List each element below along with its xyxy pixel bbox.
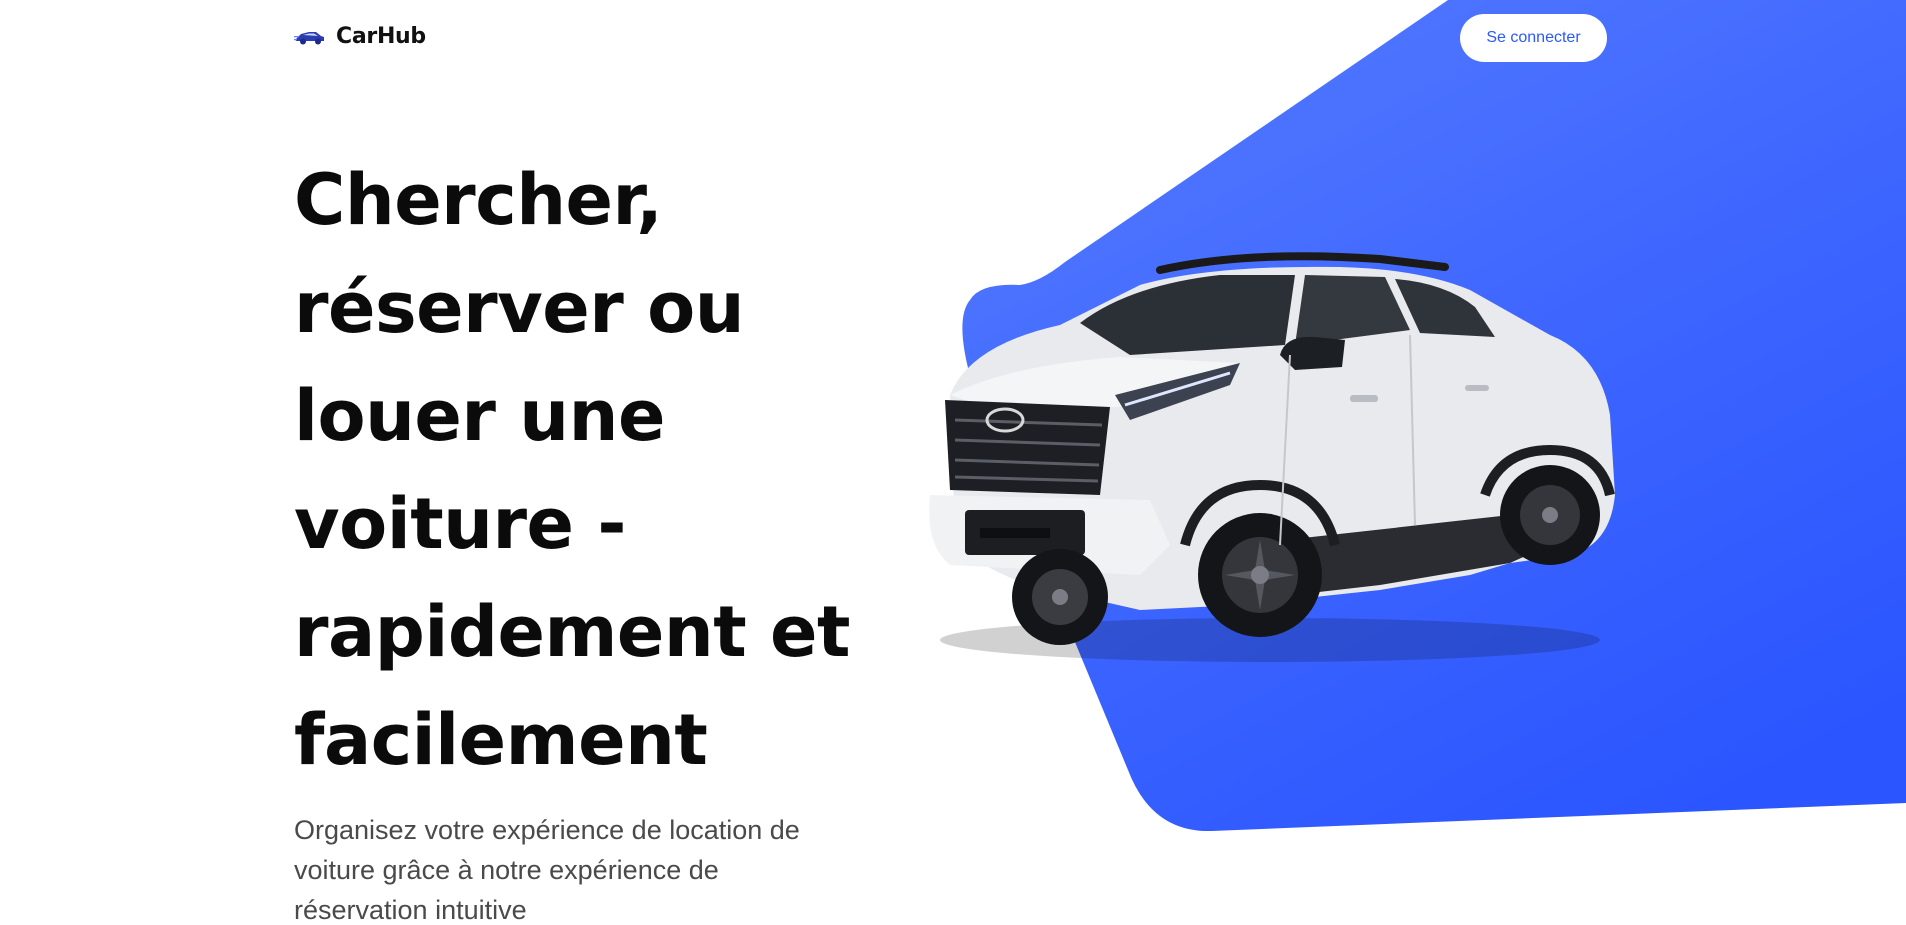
white-suv-image [929, 252, 1615, 662]
logo-text: CarHub [336, 24, 426, 49]
login-button[interactable]: Se connecter [1460, 14, 1607, 62]
hero-subtitle: Organisez votre expérience de location d… [294, 815, 800, 925]
logo[interactable]: CarHub [294, 24, 426, 49]
hero-title: Chercher, réserver ou louer une voiture … [294, 159, 850, 781]
car-icon [294, 31, 324, 44]
